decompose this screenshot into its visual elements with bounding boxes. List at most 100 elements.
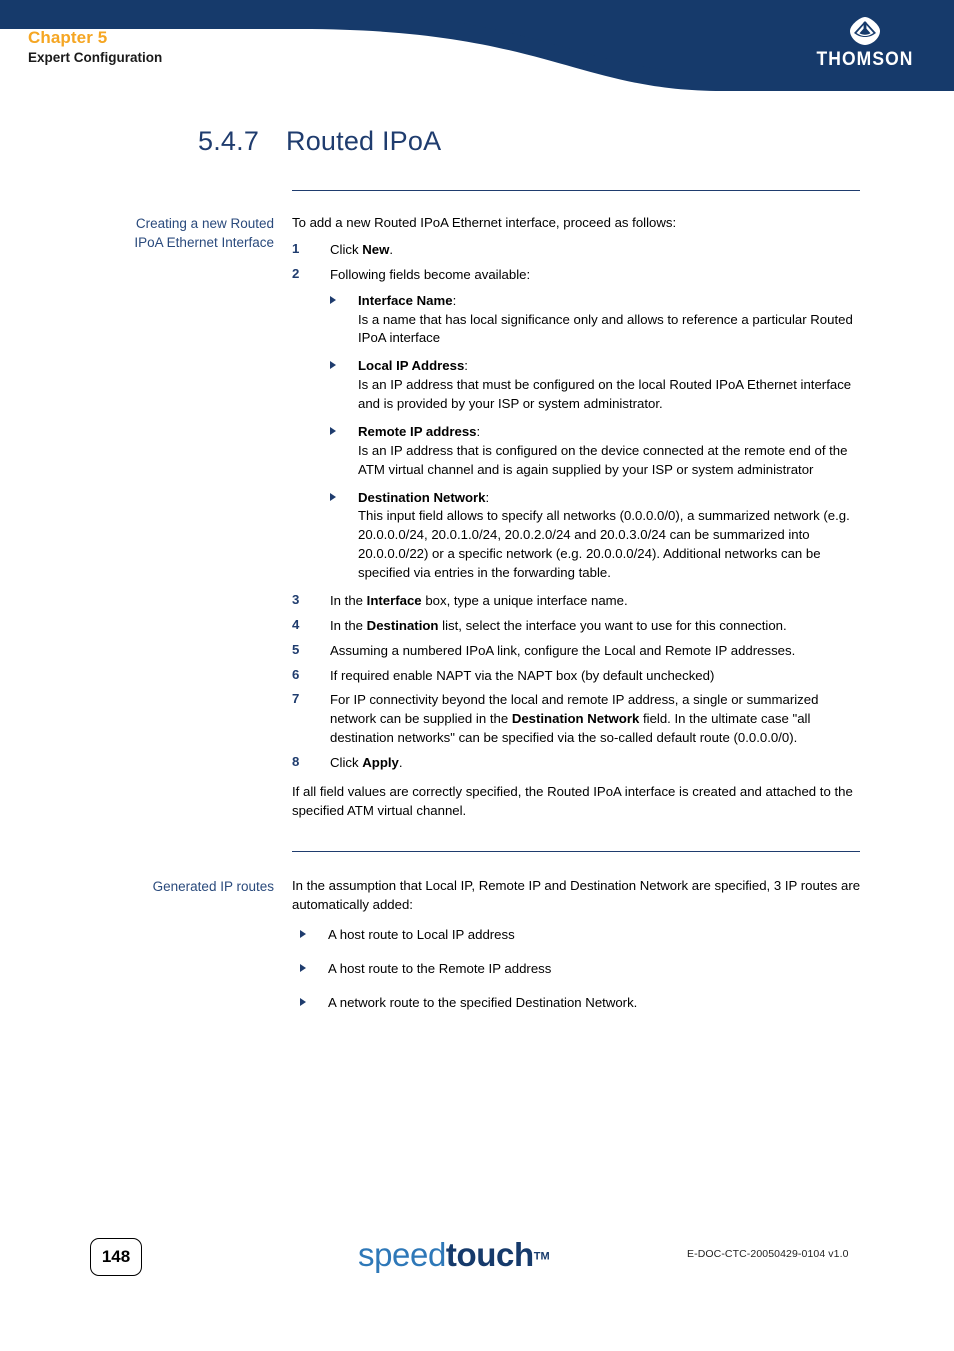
thomson-wordmark: THOMSON <box>816 49 914 70</box>
step-text-bold: Interface <box>366 592 422 608</box>
step-text-pre: In the <box>330 617 367 633</box>
section-creating-interface: Creating a new Routed IPoA Ethernet Inte… <box>0 190 954 829</box>
generated-intro-paragraph: In the assumption that Local IP, Remote … <box>292 877 861 912</box>
step-text: Click Apply. <box>330 754 862 773</box>
side-heading-line-2: IPoA Ethernet Interface <box>134 235 274 251</box>
step-text-bold: Destination <box>366 617 439 633</box>
page-footer: 148 speedtouchTM E-DOC-CTC-20050429-0104… <box>0 1234 954 1294</box>
field-definition-body: Interface Name: Is a name that has local … <box>358 292 853 346</box>
field-term: Destination Network <box>358 489 486 505</box>
field-description: Is an IP address that must be configured… <box>358 377 852 411</box>
field-definition-body: Destination Network: This input field all… <box>358 489 850 581</box>
step-text: If required enable NAPT via the NAPT box… <box>330 667 862 686</box>
section-divider-rule <box>292 850 860 852</box>
step-text-pre: In the <box>330 592 367 608</box>
field-description: This input field allows to specify all n… <box>358 508 850 580</box>
route-item: A host route to the Remote IP address <box>300 960 862 979</box>
section-divider-rule <box>292 190 860 191</box>
generated-routes-list: A host route to Local IP address A host … <box>300 926 862 1013</box>
step-number: 3 <box>292 591 300 607</box>
field-term: Local IP Address <box>358 358 465 374</box>
field-definition-item: Local IP Address: Is an IP address that m… <box>330 357 862 414</box>
triangle-bullet-icon <box>330 292 358 349</box>
main-column-generated: In the assumption that Local IP, Remote … <box>292 877 954 1028</box>
page-header: Chapter 5 Expert Configuration THOMSON <box>0 0 954 92</box>
side-heading-text: Generated IP routes <box>152 878 274 894</box>
step-text-pre: Following fields become available: <box>330 266 531 282</box>
step-item: 3 In the Interface box, type a unique in… <box>292 592 862 611</box>
closing-paragraph: If all field values are correctly specif… <box>292 783 853 818</box>
field-definition-item: Destination Network: This input field all… <box>330 489 862 583</box>
step-text-post: box, type a unique interface name. <box>421 592 628 608</box>
route-text: A host route to Local IP address <box>328 927 515 943</box>
step-number: 6 <box>292 666 300 682</box>
step-item: 7 For IP connectivity beyond the local a… <box>292 691 862 748</box>
triangle-bullet-icon <box>300 994 328 1013</box>
step-text: Assuming a numbered IPoA link, configure… <box>330 642 862 661</box>
step-text-bold: Apply <box>362 755 399 770</box>
steps-list-second: 3 In the Interface box, type a unique in… <box>292 592 862 773</box>
step-item: 6 If required enable NAPT via the NAPT b… <box>292 667 862 686</box>
route-item: A host route to Local IP address <box>300 926 862 945</box>
route-text: A network route to the specified Destina… <box>328 995 638 1011</box>
section-title-text: Routed IPoA <box>286 126 442 156</box>
step-text-pre: If required enable NAPT via the NAPT box… <box>330 667 715 683</box>
triangle-bullet-icon <box>330 423 358 480</box>
field-term: Interface Name <box>358 292 453 308</box>
field-term: Remote IP address <box>358 423 477 439</box>
document-reference: E-DOC-CTC-20050429-0104 v1.0 <box>687 1248 849 1260</box>
step-item: 4 In the Destination list, select the in… <box>292 617 862 636</box>
field-description: Is an IP address that is configured on t… <box>358 442 848 477</box>
step-text-post: list, select the interface you want to u… <box>438 617 787 633</box>
page-content: Creating a new Routed IPoA Ethernet Inte… <box>0 190 954 1028</box>
main-column-creating: To add a new Routed IPoA Ethernet interf… <box>292 214 954 829</box>
step-number: 7 <box>292 691 300 707</box>
step-number: 8 <box>292 754 300 769</box>
triangle-bullet-icon <box>300 926 328 945</box>
triangle-bullet-icon <box>330 489 358 583</box>
brand-touch-text: touch <box>445 1236 534 1273</box>
field-definition-body: Local IP Address: Is an IP address that m… <box>358 358 852 411</box>
chapter-subtitle: Expert Configuration <box>28 50 163 66</box>
field-definition-item: Remote IP address: Is an IP address that … <box>330 423 862 480</box>
triangle-bullet-icon <box>300 960 328 979</box>
side-heading-line-1: Creating a new Routed <box>135 216 274 231</box>
step-text-pre: Assuming a numbered IPoA link, configure… <box>330 642 796 658</box>
chapter-block: Chapter 5 Expert Configuration <box>28 28 162 66</box>
step-text-pre: Click <box>330 241 363 257</box>
step-text: In the Destination list, select the inte… <box>330 617 862 636</box>
step-number: 5 <box>292 641 300 657</box>
step-number: 2 <box>292 265 300 281</box>
route-text: A host route to the Remote IP address <box>328 961 552 977</box>
section-title: 5.4.7 Routed IPoA <box>198 126 441 157</box>
brand-speed-text: speed <box>358 1236 446 1273</box>
step-text-post: . <box>398 755 403 770</box>
step-text-bold: Destination Network <box>511 711 640 727</box>
step-item: 8 Click Apply. <box>292 754 862 773</box>
field-definition-body: Remote IP address: Is an IP address that … <box>358 423 848 477</box>
section-number: 5.4.7 <box>198 126 260 156</box>
field-definition-item: Interface Name: Is a name that has local … <box>330 292 862 349</box>
step-item: 5 Assuming a numbered IPoA link, configu… <box>292 642 862 661</box>
steps-list-first: 1 Click New. 2 Following fields become a… <box>292 241 862 285</box>
step-item: 2 Following fields become available: <box>292 266 862 285</box>
speedtouch-logo: speedtouchTM <box>358 1236 550 1274</box>
thomson-logo: THOMSON <box>806 16 924 71</box>
step-text-bold: New <box>362 241 390 257</box>
chapter-title: Chapter 5 <box>28 28 108 47</box>
field-description: Is a name that has local significance on… <box>358 311 853 346</box>
thomson-emblem-icon <box>850 17 880 45</box>
step-text-post: . <box>389 241 394 257</box>
page-number-badge: 148 <box>90 1238 142 1276</box>
step-text: In the Interface box, type a unique inte… <box>330 592 862 611</box>
step-text: Following fields become available: <box>330 266 862 285</box>
trademark-symbol: TM <box>533 1250 550 1263</box>
step-text-pre: Click <box>330 755 363 770</box>
route-item: A network route to the specified Destina… <box>300 994 862 1013</box>
step-text: For IP connectivity beyond the local and… <box>330 691 862 748</box>
field-definitions-list: Interface Name: Is a name that has local … <box>330 292 862 583</box>
side-heading-creating: Creating a new Routed IPoA Ethernet Inte… <box>0 214 292 829</box>
intro-paragraph: To add a new Routed IPoA Ethernet interf… <box>292 215 677 230</box>
step-text: Click New. <box>330 241 862 260</box>
step-number: 1 <box>292 240 300 256</box>
